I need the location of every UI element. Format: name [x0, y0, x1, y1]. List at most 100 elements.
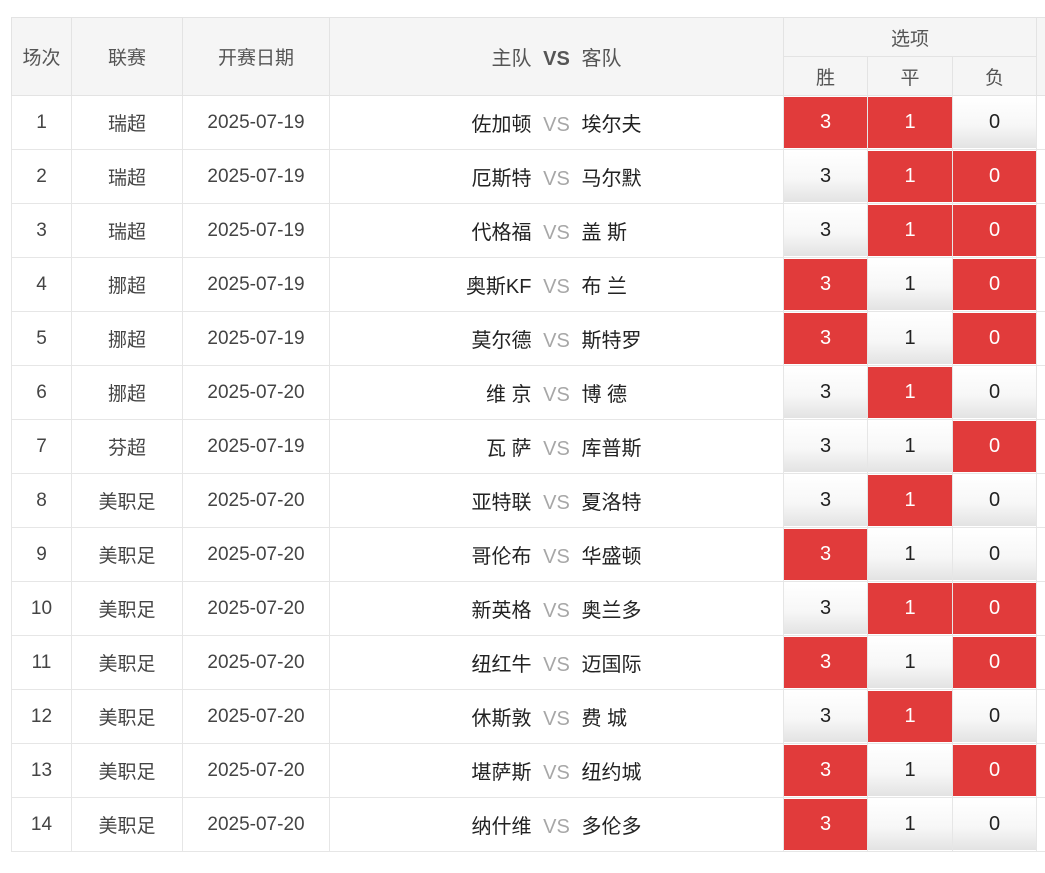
- option-loss-button[interactable]: 0: [953, 583, 1037, 634]
- home-team: 维 京: [485, 384, 532, 406]
- option-loss-button[interactable]: 0: [953, 745, 1037, 796]
- option-draw-button[interactable]: 1: [868, 151, 952, 202]
- table-row: 6 挪超 2025-07-20 维 京 VS 博 德 310: [11, 365, 1045, 420]
- option-cell-loss: 0: [951, 743, 1038, 798]
- option-cell-win: 3: [783, 473, 868, 528]
- cell-seq: 8: [11, 473, 72, 528]
- option-loss-button[interactable]: 0: [953, 151, 1037, 202]
- option-draw-button[interactable]: 1: [868, 583, 952, 634]
- option-win-button[interactable]: 3: [784, 799, 867, 850]
- option-draw-button[interactable]: 1: [868, 799, 952, 850]
- cell-seq: 9: [11, 527, 72, 582]
- option-win-button[interactable]: 3: [784, 97, 867, 148]
- cell-date: 2025-07-20: [182, 473, 330, 528]
- option-loss-button[interactable]: 0: [953, 421, 1037, 472]
- option-draw-button[interactable]: 1: [868, 97, 952, 148]
- cell-match: 维 京 VS 博 德: [329, 365, 784, 420]
- table-row: 5 挪超 2025-07-19 莫尔德 VS 斯特罗 3 1 0: [11, 311, 1045, 366]
- cell-extra: [1036, 203, 1045, 258]
- option-loss-button[interactable]: 0: [953, 529, 1037, 580]
- header-loss: 负: [951, 56, 1038, 96]
- option-loss-button[interactable]: 0: [953, 259, 1037, 310]
- option-win-button[interactable]: 3: [784, 205, 867, 256]
- cell-extra: [1036, 365, 1045, 420]
- option-win-button[interactable]: 3: [784, 745, 867, 796]
- option-draw-button[interactable]: 1: [868, 691, 952, 742]
- option-loss-button[interactable]: 0: [953, 205, 1037, 256]
- option-win-button[interactable]: 3: [784, 691, 867, 742]
- option-win-button[interactable]: 3: [784, 367, 867, 418]
- option-draw-button[interactable]: 1: [868, 637, 952, 688]
- cell-extra: [1036, 797, 1045, 852]
- option-cell-draw: 1: [867, 365, 953, 420]
- option-loss-button[interactable]: 0: [953, 799, 1037, 850]
- table-row: 4 挪超 2025-07-19 奥斯KF VS 布 兰 310: [11, 257, 1045, 312]
- option-cell-win: 3: [783, 149, 868, 204]
- option-loss-button[interactable]: 0: [953, 475, 1037, 526]
- cell-date: 2025-07-20: [182, 365, 330, 420]
- option-draw-button[interactable]: 1: [868, 259, 952, 310]
- cell-seq: 12: [11, 689, 72, 744]
- cell-date: 2025-07-20: [182, 635, 330, 690]
- away-team: 奥兰多: [581, 600, 642, 622]
- option-cell-draw: 1: [867, 527, 953, 582]
- cell-date: 2025-07-20: [182, 689, 330, 744]
- cell-match: 奥斯KF VS 布 兰: [329, 257, 784, 312]
- cell-date: 2025-07-19: [182, 257, 330, 312]
- option-cell-win: 3: [783, 689, 868, 744]
- table-row: 3 瑞超 2025-07-19 代格福 VS 盖 斯310: [11, 203, 1045, 258]
- option-win-button[interactable]: 3: [784, 529, 867, 580]
- option-win-button[interactable]: 3: [784, 151, 867, 202]
- cell-extra: [1036, 635, 1045, 690]
- cell-seq: 3: [11, 203, 72, 258]
- cell-league: 挪超: [71, 311, 183, 366]
- cell-league: 美职足: [71, 797, 183, 852]
- table-row: 14 美职足 2025-07-20 纳什维 VS 多伦多 3 1 0: [11, 797, 1045, 852]
- away-team: 纽约城: [581, 762, 642, 784]
- option-loss-button[interactable]: 0: [953, 637, 1037, 688]
- option-draw-button[interactable]: 1: [868, 745, 952, 796]
- header-match: 主队 VS 客队: [329, 17, 784, 96]
- option-draw-button[interactable]: 1: [868, 529, 952, 580]
- home-team: 奥斯KF: [465, 276, 532, 298]
- cell-league: 瑞超: [71, 149, 183, 204]
- option-draw-button[interactable]: 1: [868, 475, 952, 526]
- option-win-button[interactable]: 3: [784, 421, 867, 472]
- option-draw-button[interactable]: 1: [868, 313, 952, 364]
- cell-match: 佐加顿 VS 埃尔夫: [329, 95, 784, 150]
- cell-seq: 4: [11, 257, 72, 312]
- cell-match: 新英格 VS 奥兰多: [329, 581, 784, 636]
- cell-match: 莫尔德 VS 斯特罗: [329, 311, 784, 366]
- table-row: 2 瑞超 2025-07-19 厄斯特 VS 马尔默 3 1 0: [11, 149, 1045, 204]
- option-win-button[interactable]: 3: [784, 475, 867, 526]
- option-draw-button[interactable]: 1: [868, 421, 952, 472]
- cell-match: 纽红牛 VS 迈国际: [329, 635, 784, 690]
- option-win-button[interactable]: 3: [784, 637, 867, 688]
- home-team: 佐加顿: [471, 114, 532, 136]
- away-team: 埃尔夫: [581, 114, 642, 136]
- option-loss-button[interactable]: 0: [953, 97, 1037, 148]
- cell-league: 美职足: [71, 527, 183, 582]
- cell-seq: 10: [11, 581, 72, 636]
- home-team: 厄斯特: [471, 168, 532, 190]
- option-win-button[interactable]: 3: [784, 259, 867, 310]
- option-loss-button[interactable]: 0: [953, 367, 1037, 418]
- cell-seq: 14: [11, 797, 72, 852]
- option-cell-draw: 1: [867, 689, 953, 744]
- vs-label: VS: [543, 708, 570, 730]
- option-draw-button[interactable]: 1: [868, 205, 952, 256]
- fixtures-table-container: 场次 联赛 开赛日期 主队 VS 客队 选项 胜 平 负 1 瑞超 2025-07-19…: [11, 17, 1045, 857]
- home-team: 哥伦布: [471, 546, 532, 568]
- option-cell-win: 3: [783, 635, 868, 690]
- table-row: 9 美职足 2025-07-20 哥伦布 VS 华盛顿 3 1 0: [11, 527, 1045, 582]
- table-row: 8 美职足 2025-07-20 亚特联 VS 夏洛特 3 1 0: [11, 473, 1045, 528]
- option-win-button[interactable]: 3: [784, 583, 867, 634]
- cell-extra: [1036, 311, 1045, 366]
- header-date: 开赛日期: [182, 17, 330, 96]
- option-draw-button[interactable]: 1: [868, 367, 952, 418]
- option-loss-button[interactable]: 0: [953, 691, 1037, 742]
- away-team: 布 兰: [581, 276, 628, 298]
- option-loss-button[interactable]: 0: [953, 313, 1037, 364]
- vs-label: VS: [543, 384, 570, 406]
- option-win-button[interactable]: 3: [784, 313, 867, 364]
